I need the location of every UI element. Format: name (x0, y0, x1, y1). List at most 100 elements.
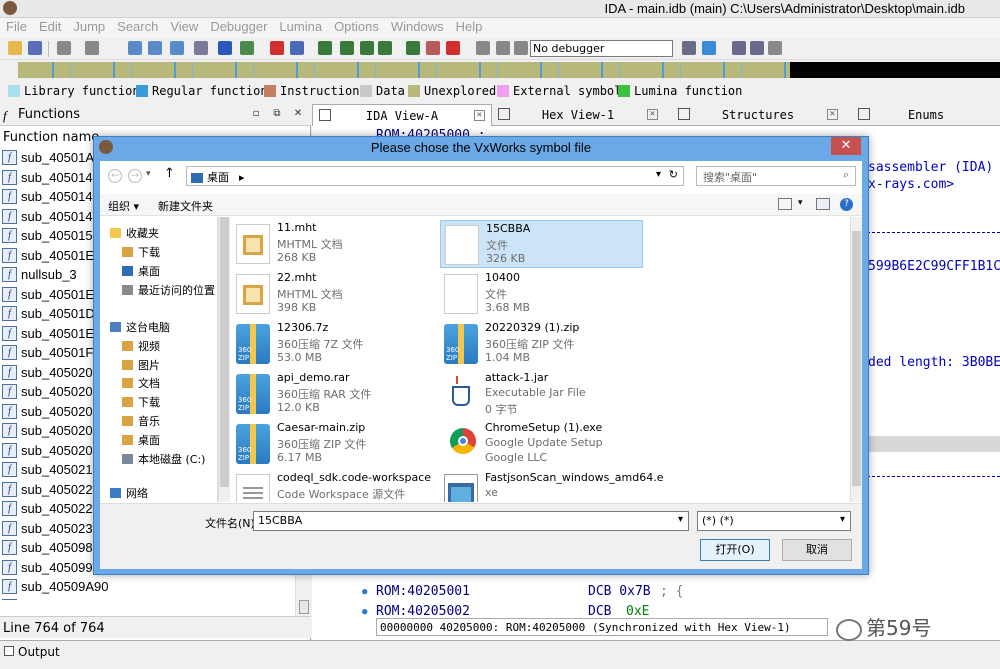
menu-lumina[interactable]: Lumina (273, 18, 328, 35)
chevron-right-icon[interactable]: ▸ (239, 171, 245, 184)
search-icon[interactable]: ⌕ (843, 168, 849, 182)
delete-icon[interactable] (446, 41, 460, 55)
menu-debugger[interactable]: Debugger (204, 18, 273, 35)
nav-item[interactable]: 下载 (122, 394, 160, 410)
file-list-scrollbar[interactable] (850, 217, 862, 502)
restore-icon[interactable]: ▫ (250, 108, 262, 120)
chevron-down-icon[interactable]: ▾ (656, 169, 661, 180)
tab-ida-view-a[interactable]: IDA View-A ✕ (312, 104, 492, 126)
menu-view[interactable]: View (164, 18, 204, 35)
file-item[interactable]: 360 ZIP 12306.7z 360压缩 7Z 文件 53.0 MB (232, 320, 435, 368)
close-icon[interactable]: ✕ (647, 109, 658, 120)
open-button[interactable]: 打开(O) (700, 539, 770, 561)
tab-structures[interactable]: Structures ✕ (672, 104, 844, 126)
graph-icon[interactable] (290, 41, 304, 55)
view-dropdown-icon[interactable]: ▾ (798, 198, 803, 208)
back-icon[interactable] (57, 41, 71, 55)
function-row[interactable]: f sub_40509A90 (0, 577, 295, 597)
view-options-icon[interactable] (778, 198, 792, 210)
scroll-down-button[interactable] (299, 600, 309, 614)
nav-item[interactable]: 下载 (122, 244, 160, 260)
tab-enums[interactable]: Enums (852, 104, 1000, 126)
file-item[interactable]: 15CBBA 文件 326 KB (440, 220, 643, 268)
nav-item[interactable]: 音乐 (122, 413, 160, 429)
close-view-icon[interactable] (768, 41, 782, 55)
forward-icon[interactable]: → (128, 169, 142, 183)
menu-jump[interactable]: Jump (67, 18, 111, 35)
nav-item[interactable]: 桌面 (122, 432, 160, 448)
organize-menu[interactable]: 组织 ▾ (108, 198, 139, 214)
menu-windows[interactable]: Windows (385, 18, 450, 35)
close-icon[interactable]: ✕ (292, 108, 304, 120)
file-item[interactable]: 22.mht MHTML 文档 398 KB (232, 270, 435, 318)
calls-icon[interactable] (378, 41, 392, 55)
nav-item[interactable]: 本地磁盘 (C:) (122, 451, 205, 467)
stop-icon[interactable] (514, 41, 528, 55)
nav-item[interactable]: 图片 (122, 357, 160, 373)
tab-hex-view-1[interactable]: Hex View-1 ✕ (492, 104, 664, 126)
chevron-down-icon[interactable]: ▾ (840, 514, 845, 525)
back-icon[interactable]: ← (108, 169, 122, 183)
address-bar[interactable]: 桌面 ▸ ▾ ↻ (186, 166, 684, 186)
menu-file[interactable]: File (0, 18, 33, 35)
breakpoint-dot-icon[interactable]: ● (362, 607, 367, 617)
jump-down-icon[interactable] (218, 41, 232, 55)
create-function-icon[interactable] (318, 41, 332, 55)
search-icon[interactable] (128, 41, 142, 55)
float-icon[interactable]: ⧉ (271, 108, 283, 120)
file-item[interactable]: 360 ZIP 20220329 (1).zip 360压缩 ZIP 文件 1.04 M… (440, 320, 643, 368)
step-into-icon[interactable] (682, 41, 696, 55)
nav-item[interactable]: 文档 (122, 375, 160, 391)
cancel-button[interactable]: 取消 (782, 539, 852, 561)
file-item[interactable]: attack-1.jar Executable Jar File 0 字节 (440, 370, 643, 418)
file-item[interactable]: 360 ZIP api_demo.rar 360压缩 RAR 文件 12.0 KB (232, 370, 435, 418)
debugger-select[interactable]: No debugger (530, 40, 673, 57)
menu-edit[interactable]: Edit (33, 18, 67, 35)
navigation-scrollbar[interactable] (218, 217, 230, 502)
output-bar[interactable]: Output (0, 640, 1000, 662)
open-icon[interactable] (8, 41, 22, 55)
dialog-close-button[interactable]: ✕ (831, 137, 861, 155)
navigation-scroll-thumb[interactable] (220, 217, 229, 487)
nav-item[interactable]: 网络 (110, 485, 148, 501)
search-text-icon[interactable] (148, 41, 162, 55)
file-item[interactable]: FastjsonScan_windows_amd64.e xe (440, 470, 664, 502)
menu-search[interactable]: Search (111, 18, 164, 35)
function-graph-icon[interactable] (340, 41, 354, 55)
file-item[interactable]: 11.mht MHTML 文档 268 KB (232, 220, 435, 268)
patch-icon[interactable] (406, 41, 420, 55)
flag-icon[interactable] (240, 41, 254, 55)
pause-icon[interactable] (496, 41, 510, 55)
file-list-scroll-thumb[interactable] (852, 231, 861, 486)
function-row[interactable]: f sub_40509E60 (0, 597, 295, 600)
structure-icon[interactable] (426, 41, 440, 55)
search-input[interactable]: 搜索"桌面" ⌕ (696, 166, 856, 186)
forward-icon[interactable] (85, 41, 99, 55)
search-next-icon[interactable] (194, 41, 208, 55)
file-type-select[interactable]: (*) (*) ▾ (697, 511, 851, 531)
nav-item[interactable]: 视频 (122, 338, 160, 354)
xrefs-icon[interactable] (360, 41, 374, 55)
save-icon[interactable] (28, 41, 42, 55)
file-item[interactable]: codeql_sdk.code-workspace Code Workspace … (232, 470, 435, 502)
file-item[interactable]: 360 ZIP Caesar-main.zip 360压缩 ZIP 文件 6.17 MB (232, 420, 435, 468)
help-icon[interactable]: ? (840, 198, 853, 211)
step-over-icon[interactable] (702, 41, 716, 55)
file-item[interactable]: ChromeSetup (1).exe Google Update Setup Go… (440, 420, 643, 468)
search-binary-icon[interactable] (170, 41, 184, 55)
preview-pane-icon[interactable] (816, 198, 830, 210)
close-icon[interactable]: ✕ (827, 109, 838, 120)
file-item[interactable]: 10400 文件 3.68 MB (440, 270, 643, 318)
refresh-icon[interactable]: ↻ (669, 168, 678, 181)
menu-help[interactable]: Help (450, 18, 489, 35)
settings-icon[interactable] (750, 41, 764, 55)
chevron-down-icon[interactable]: ▾ (678, 514, 683, 525)
nav-item[interactable]: 最近访问的位置 (122, 282, 215, 298)
options-icon[interactable] (732, 41, 746, 55)
history-dropdown-icon[interactable]: ▾ (146, 169, 151, 179)
menu-options[interactable]: Options (328, 18, 385, 35)
nav-item[interactable]: 这台电脑 (110, 319, 170, 335)
nav-item[interactable]: 桌面 (122, 263, 160, 279)
breakpoint-dot-icon[interactable]: ● (362, 587, 367, 597)
breakpoint-icon[interactable] (270, 41, 284, 55)
